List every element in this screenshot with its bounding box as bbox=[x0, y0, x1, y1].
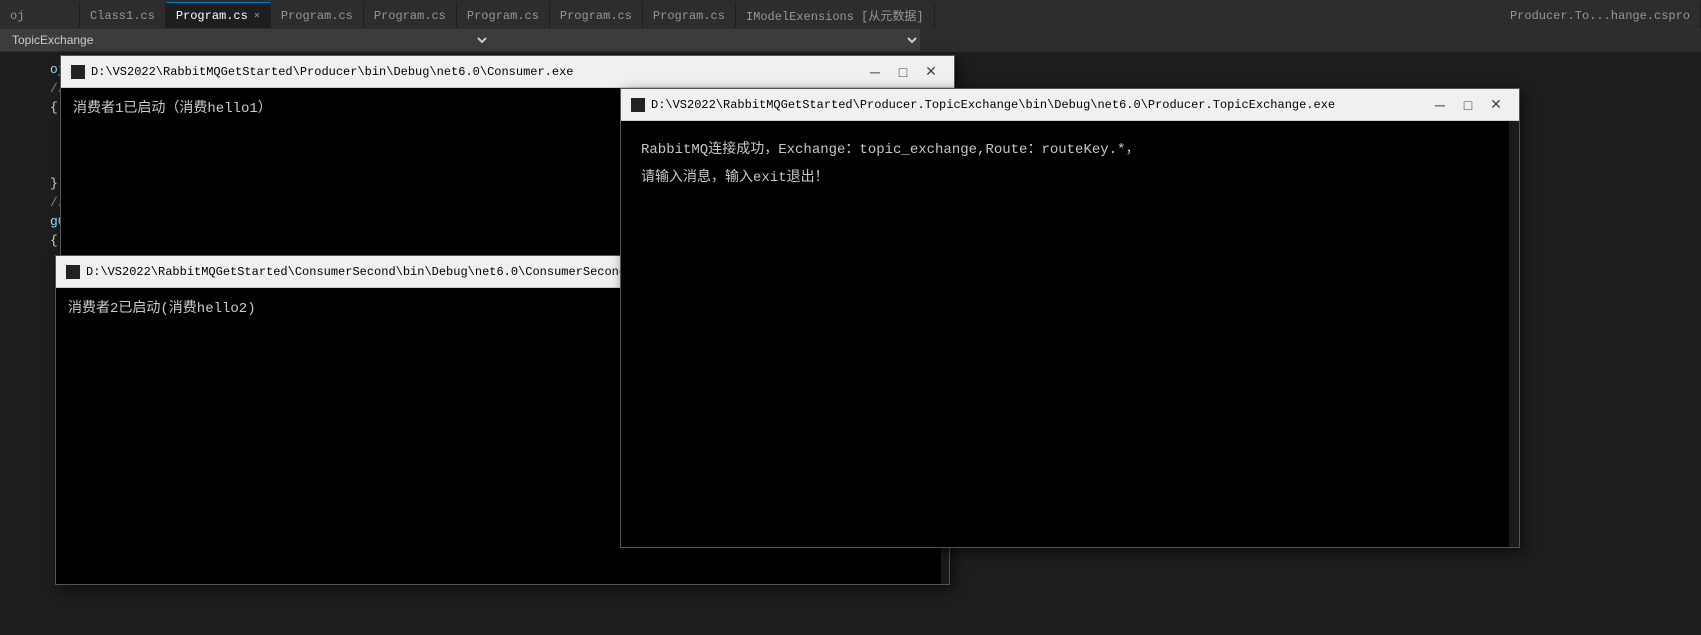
tab-close-button[interactable]: ✕ bbox=[254, 10, 260, 22]
producer-line2: 请输入消息，输入exit退出！ bbox=[641, 167, 1499, 189]
producer-body: RabbitMQ连接成功，Exchange：topic_exchange,Rou… bbox=[621, 121, 1519, 547]
close-button[interactable]: ✕ bbox=[918, 59, 944, 85]
member-dropdown[interactable] bbox=[490, 29, 920, 51]
window-controls: ─ □ ✕ bbox=[862, 59, 944, 85]
producer-line1: RabbitMQ连接成功，Exchange：topic_exchange,Rou… bbox=[641, 139, 1499, 161]
producer-icon bbox=[631, 98, 645, 112]
tab-class1[interactable]: Class1.cs bbox=[80, 2, 166, 28]
dropdown-bar: TopicExchange bbox=[0, 28, 1701, 52]
producer-title: D:\VS2022\RabbitMQGetStarted\Producer.To… bbox=[651, 98, 1427, 112]
producer-close-button[interactable]: ✕ bbox=[1483, 92, 1509, 118]
tab-program-5[interactable]: Program.cs bbox=[550, 2, 643, 28]
maximize-button[interactable]: □ bbox=[890, 59, 916, 85]
tab-program-2[interactable]: Program.cs bbox=[271, 2, 364, 28]
producer-controls: ─ □ ✕ bbox=[1427, 92, 1509, 118]
producer-scrollbar[interactable] bbox=[1509, 121, 1519, 547]
tab-producer[interactable]: Producer.To...hange.cspro bbox=[1500, 2, 1701, 28]
consumer1-titlebar: D:\VS2022\RabbitMQGetStarted\Producer\bi… bbox=[61, 56, 954, 88]
producer-maximize-button[interactable]: □ bbox=[1455, 92, 1481, 118]
tab-program-3[interactable]: Program.cs bbox=[364, 2, 457, 28]
producer-minimize-button[interactable]: ─ bbox=[1427, 92, 1453, 118]
producer-titlebar: D:\VS2022\RabbitMQGetStarted\Producer.To… bbox=[621, 89, 1519, 121]
tab-program-active[interactable]: Program.cs ✕ bbox=[166, 2, 271, 28]
console2-icon bbox=[66, 265, 80, 279]
tab-program-6[interactable]: Program.cs bbox=[643, 2, 736, 28]
tab-imodel[interactable]: IModelExensions [从元数据] bbox=[736, 2, 935, 28]
producer-window: D:\VS2022\RabbitMQGetStarted\Producer.To… bbox=[620, 88, 1520, 548]
tab-oj[interactable]: oj bbox=[0, 2, 80, 28]
class-dropdown[interactable]: TopicExchange bbox=[0, 29, 490, 51]
minimize-button[interactable]: ─ bbox=[862, 59, 888, 85]
consumer1-title: D:\VS2022\RabbitMQGetStarted\Producer\bi… bbox=[91, 65, 862, 79]
console-icon bbox=[71, 65, 85, 79]
tab-program-4[interactable]: Program.cs bbox=[457, 2, 550, 28]
tab-bar: oj Class1.cs Program.cs ✕ Program.cs Pro… bbox=[0, 0, 1701, 28]
